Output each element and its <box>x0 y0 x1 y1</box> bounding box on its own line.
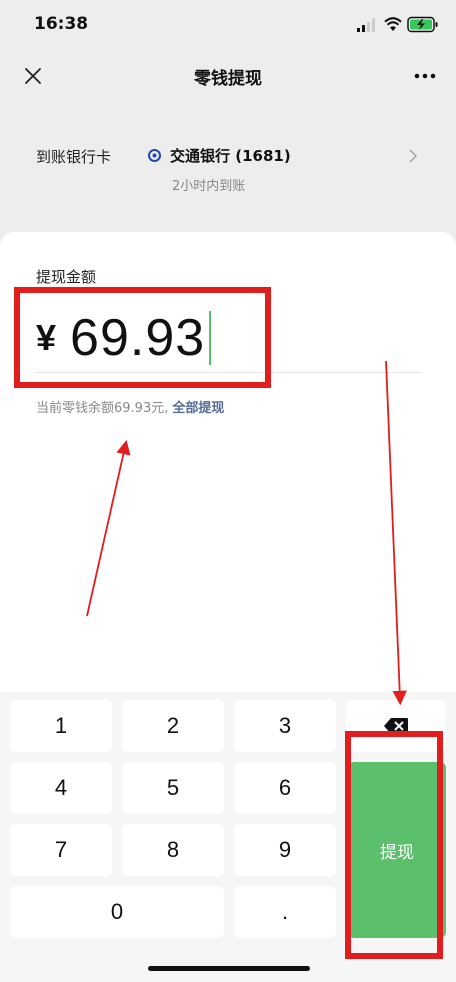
withdraw-all-link[interactable]: 全部提现 <box>172 401 224 416</box>
key-5[interactable]: 5 <box>122 762 224 814</box>
bank-logo-icon <box>148 149 161 162</box>
withdraw-button[interactable]: 提现 <box>348 762 446 938</box>
key-4[interactable]: 4 <box>10 762 112 814</box>
bank-card-label: 到账银行卡 <box>36 148 112 166</box>
bank-card-name: 交通银行 (1681) <box>170 147 291 165</box>
home-indicator <box>148 966 310 971</box>
nav-bar: 零钱提现 <box>0 52 456 102</box>
balance-text: 当前零钱余额69.93元, <box>36 401 169 416</box>
amount-card: 提现金额 ¥ 69.93 当前零钱余额69.93元, 全部提现 <box>0 232 456 692</box>
status-time: 16:38 <box>34 14 89 34</box>
key-3[interactable]: 3 <box>234 700 336 752</box>
amount-divider <box>36 372 422 373</box>
key-1[interactable]: 1 <box>10 700 112 752</box>
backspace-key[interactable] <box>346 700 446 752</box>
page-title: 零钱提现 <box>194 69 262 89</box>
key-8[interactable]: 8 <box>122 824 224 876</box>
amount-value: 69.93 <box>70 309 206 367</box>
text-caret <box>209 311 212 365</box>
more-icon[interactable] <box>412 66 438 86</box>
wifi-icon <box>384 17 402 31</box>
balance-line: 当前零钱余额69.93元, 全部提现 <box>36 397 224 416</box>
chevron-right-icon <box>409 149 418 163</box>
amount-input[interactable]: ¥ 69.93 <box>36 308 212 368</box>
bank-card-row[interactable]: 到账银行卡 交通银行 (1681) 2小时内到账 <box>0 138 456 198</box>
signal-icon <box>357 18 375 32</box>
amount-label: 提现金额 <box>36 268 97 286</box>
backspace-icon <box>384 718 408 734</box>
key-9[interactable]: 9 <box>234 824 336 876</box>
key-6[interactable]: 6 <box>234 762 336 814</box>
currency-symbol: ¥ <box>36 317 57 358</box>
arrival-time: 2小时内到账 <box>172 179 246 194</box>
key-dot[interactable]: . <box>234 886 336 938</box>
key-0[interactable]: 0 <box>10 886 224 938</box>
status-bar: 16:38 <box>0 0 456 52</box>
battery-charging-icon <box>407 16 438 33</box>
numeric-keypad: 1 2 3 4 5 6 7 8 9 0 . 提现 <box>0 692 456 982</box>
key-7[interactable]: 7 <box>10 824 112 876</box>
key-2[interactable]: 2 <box>122 700 224 752</box>
